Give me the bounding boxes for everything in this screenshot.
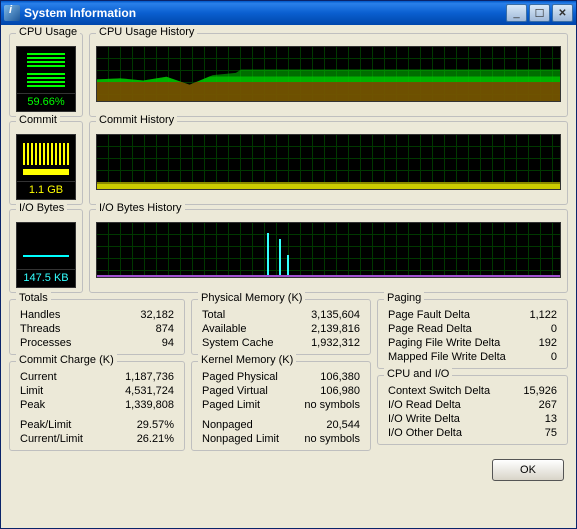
physical-memory-group: Physical Memory (K) Total3,135,604 Avail… [191, 299, 371, 355]
paging-group: Paging Page Fault Delta1,122 Page Read D… [377, 299, 568, 369]
io-history-group: I/O Bytes History [89, 209, 568, 293]
io-gauge-group: I/O Bytes 147.5 KB [9, 209, 83, 293]
group-label: Commit [16, 114, 60, 126]
stat-row: Handles32,182 [16, 308, 178, 322]
cpu-io-group: CPU and I/O Context Switch Delta15,926 I… [377, 375, 568, 445]
stat-row: System Cache1,932,312 [198, 336, 364, 350]
stat-row: Paged Limitno symbols [198, 398, 364, 412]
stat-row: Current1,187,736 [16, 370, 178, 384]
commit-charge-group: Commit Charge (K) Current1,187,736 Limit… [9, 361, 185, 451]
group-label: CPU Usage History [96, 26, 197, 38]
stat-row: Processes94 [16, 336, 178, 350]
stat-row: Peak1,339,808 [16, 398, 178, 412]
ok-button[interactable]: OK [492, 459, 564, 481]
commit-row: Commit 1.1 GB Commit History [9, 121, 568, 205]
content: CPU Usage 59.66% CPU Usage History Commi… [1, 25, 576, 528]
stat-row: Paged Virtual106,980 [198, 384, 364, 398]
cpu-usage-group: CPU Usage 59.66% [9, 33, 83, 117]
group-label: Paging [384, 292, 424, 304]
stat-row: I/O Write Delta13 [384, 412, 561, 426]
stat-row: Paging File Write Delta192 [384, 336, 561, 350]
group-label: I/O Bytes [16, 202, 67, 214]
col-1: Totals Handles32,182 Threads874 Processe… [9, 299, 185, 451]
stat-row: Nonpaged20,544 [198, 418, 364, 432]
group-label: I/O Bytes History [96, 202, 185, 214]
minimize-button[interactable]: _ [506, 4, 527, 22]
io-value: 147.5 KB [16, 270, 76, 288]
cpu-gauge [16, 46, 76, 94]
cpu-row: CPU Usage 59.66% CPU Usage History [9, 33, 568, 117]
group-label: CPU Usage [16, 26, 80, 38]
commit-value: 1.1 GB [16, 182, 76, 200]
stat-row: Page Fault Delta1,122 [384, 308, 561, 322]
stat-row: Paged Physical106,380 [198, 370, 364, 384]
kernel-memory-group: Kernel Memory (K) Paged Physical106,380 … [191, 361, 371, 451]
col-3: Paging Page Fault Delta1,122 Page Read D… [377, 299, 568, 451]
group-label: Physical Memory (K) [198, 292, 305, 304]
stat-row: I/O Other Delta75 [384, 426, 561, 440]
totals-group: Totals Handles32,182 Threads874 Processe… [9, 299, 185, 355]
io-row: I/O Bytes 147.5 KB I/O Bytes History [9, 209, 568, 293]
group-label: Kernel Memory (K) [198, 354, 296, 366]
stat-row: Current/Limit26.21% [16, 432, 178, 446]
window-buttons: _ ☐ ✕ [506, 4, 573, 22]
io-history-chart [96, 222, 561, 278]
group-label: Commit Charge (K) [16, 354, 117, 366]
io-gauge [16, 222, 76, 270]
commit-gauge-group: Commit 1.1 GB [9, 121, 83, 205]
stat-row: Limit4,531,724 [16, 384, 178, 398]
stat-row: Threads874 [16, 322, 178, 336]
charts-area: CPU Usage 59.66% CPU Usage History Commi… [9, 33, 568, 293]
commit-history-group: Commit History [89, 121, 568, 205]
stat-row: Context Switch Delta15,926 [384, 384, 561, 398]
commit-gauge [16, 134, 76, 182]
app-icon [4, 5, 20, 21]
window: System Information _ ☐ ✕ CPU Usage 59.66… [0, 0, 577, 529]
window-title: System Information [24, 6, 506, 20]
stat-row: Total3,135,604 [198, 308, 364, 322]
group-label: CPU and I/O [384, 368, 452, 380]
stat-row: Page Read Delta0 [384, 322, 561, 336]
maximize-button[interactable]: ☐ [529, 4, 550, 22]
stat-row: I/O Read Delta267 [384, 398, 561, 412]
titlebar[interactable]: System Information _ ☐ ✕ [1, 1, 576, 25]
cpu-value: 59.66% [16, 94, 76, 112]
cpu-history-chart [96, 46, 561, 102]
stat-row: Peak/Limit29.57% [16, 418, 178, 432]
group-label: Commit History [96, 114, 177, 126]
stat-row: Mapped File Write Delta0 [384, 350, 561, 364]
commit-history-chart [96, 134, 561, 190]
col-2: Physical Memory (K) Total3,135,604 Avail… [191, 299, 371, 451]
footer: OK [9, 457, 568, 481]
stat-row: Nonpaged Limitno symbols [198, 432, 364, 446]
group-label: Totals [16, 292, 51, 304]
stat-row: Available2,139,816 [198, 322, 364, 336]
stats-grid: Totals Handles32,182 Threads874 Processe… [9, 299, 568, 451]
close-button[interactable]: ✕ [552, 4, 573, 22]
cpu-history-group: CPU Usage History [89, 33, 568, 117]
